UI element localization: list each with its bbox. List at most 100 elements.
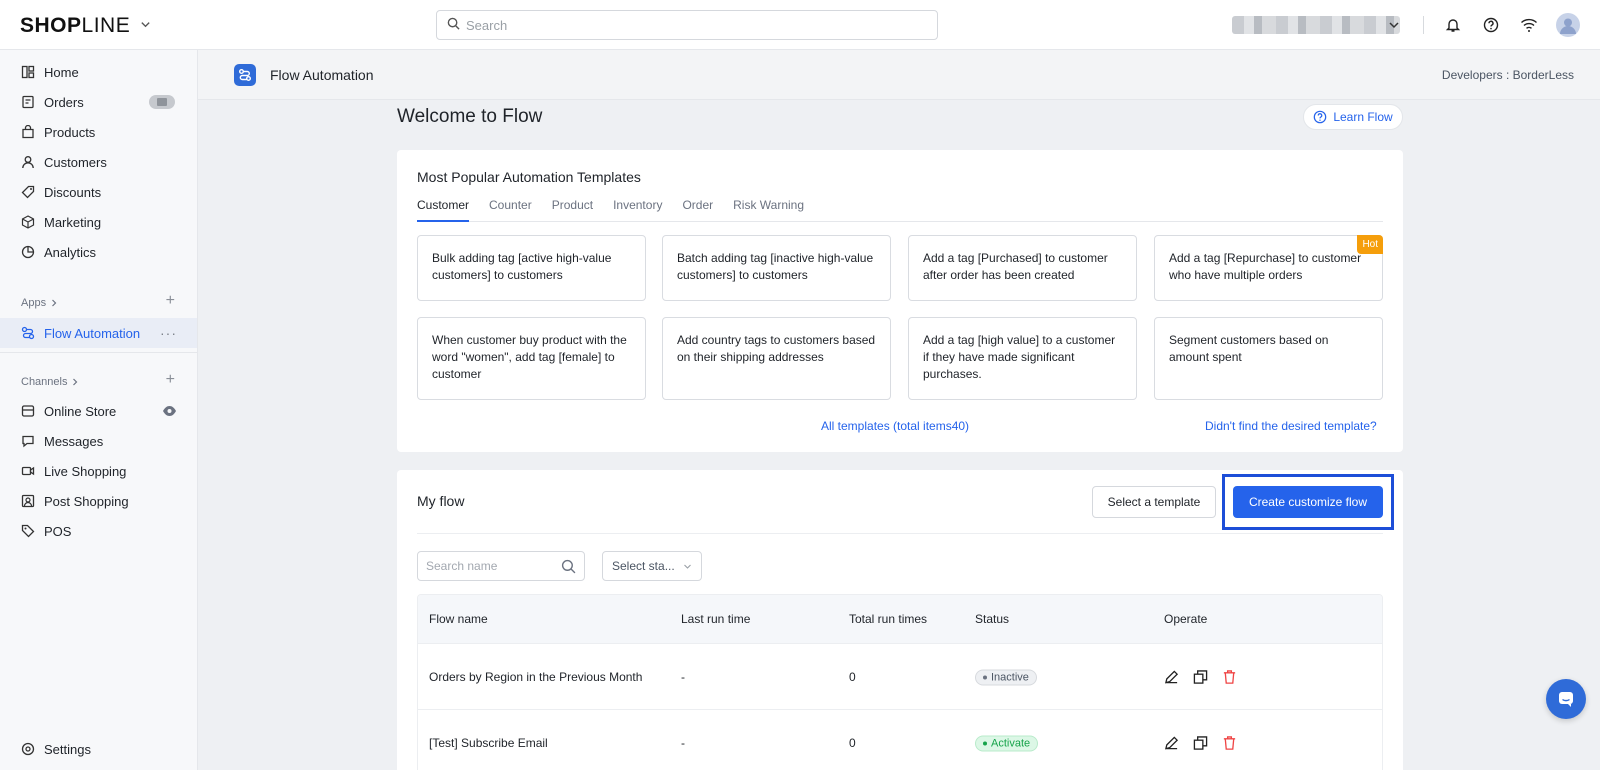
sidebar-item-products[interactable]: Products — [0, 117, 197, 147]
copy-icon[interactable] — [1193, 735, 1208, 750]
sidebar-item-customers[interactable]: Customers — [0, 147, 197, 177]
page-header: Flow Automation Developers : BorderLess — [198, 50, 1600, 100]
search-input[interactable] — [466, 17, 906, 33]
sidebar-item-live-shopping[interactable]: Live Shopping — [0, 456, 197, 486]
chevron-right-icon — [52, 299, 57, 307]
sidebar-item-analytics[interactable]: Analytics — [0, 237, 197, 267]
template-card[interactable]: Add country tags to customers based on t… — [662, 317, 891, 400]
status-badge: Activate — [975, 734, 1039, 751]
sidebar-item-label: Discounts — [44, 184, 102, 200]
status-select[interactable]: Select sta... — [602, 551, 702, 581]
status-select-value: Select sta... — [612, 559, 675, 573]
tag-icon — [21, 185, 35, 199]
developer-info: Developers : BorderLess — [1441, 68, 1574, 82]
learn-flow-button[interactable]: Learn Flow — [1303, 104, 1403, 130]
template-card[interactable]: Add a tag [high value] to a customer if … — [908, 317, 1137, 400]
tab-counter[interactable]: Counter — [489, 196, 532, 222]
cube-icon — [21, 215, 35, 229]
bell-icon[interactable] — [1442, 14, 1464, 36]
sidebar-item-discounts[interactable]: Discounts — [0, 177, 197, 207]
template-card[interactable]: Batch adding tag [inactive high-value cu… — [662, 235, 891, 301]
total-run-times: 0 — [849, 735, 856, 750]
template-card[interactable]: Segment customers based on amount spent — [1154, 317, 1383, 400]
search-icon[interactable] — [561, 559, 576, 574]
flow-table: Flow name Last run time Total run times … — [417, 594, 1383, 770]
flow-search-box[interactable] — [417, 551, 585, 581]
tab-product[interactable]: Product — [552, 196, 593, 222]
flow-icon — [21, 326, 35, 340]
tab-risk-warning[interactable]: Risk Warning — [733, 196, 804, 222]
orders-count-badge-redacted — [149, 95, 175, 109]
select-template-button[interactable]: Select a template — [1092, 486, 1216, 518]
copy-icon[interactable] — [1193, 669, 1208, 684]
sidebar-item-online-store[interactable]: Online Store — [0, 396, 197, 426]
delete-icon[interactable] — [1222, 735, 1237, 750]
avatar[interactable] — [1556, 13, 1580, 37]
support-chat-button[interactable] — [1546, 679, 1586, 719]
template-card[interactable]: When customer buy product with the word … — [417, 317, 646, 400]
store-name-redacted[interactable] — [1232, 16, 1400, 34]
chevron-down-icon — [684, 564, 691, 569]
eye-icon[interactable] — [162, 405, 177, 417]
sidebar-item-pos[interactable]: POS — [0, 516, 197, 546]
wifi-icon[interactable] — [1518, 14, 1540, 36]
global-search[interactable] — [436, 10, 938, 40]
template-card[interactable]: Add a tag [Repurchase] to customer who h… — [1154, 235, 1383, 301]
chat-icon — [22, 435, 34, 448]
help-icon[interactable] — [1480, 14, 1502, 36]
channels-section-label[interactable]: Channels — [21, 376, 79, 388]
my-flow-title: My flow — [417, 493, 465, 509]
column-header: Operate — [1164, 612, 1208, 626]
sidebar-item-messages[interactable]: Messages — [0, 426, 197, 456]
add-app-plus-icon[interactable]: + — [166, 292, 175, 310]
flow-search-input[interactable] — [426, 559, 546, 573]
status-badge: Inactive — [975, 668, 1037, 685]
home-icon — [21, 65, 35, 79]
more-options-icon[interactable]: ··· — [160, 325, 177, 341]
template-not-found-link[interactable]: Didn't find the desired template? — [1205, 419, 1377, 433]
add-channel-plus-icon[interactable]: + — [166, 371, 175, 389]
template-card[interactable]: Add a tag [Purchased] to customer after … — [908, 235, 1137, 301]
edit-icon[interactable] — [1164, 735, 1179, 750]
chevron-down-icon[interactable] — [140, 19, 151, 33]
apps-section-label[interactable]: Apps — [21, 297, 58, 309]
sidebar-item-home[interactable]: Home — [0, 57, 197, 87]
delete-icon[interactable] — [1222, 669, 1237, 684]
store-chevron-icon[interactable] — [1383, 14, 1405, 36]
sidebar-item-marketing[interactable]: Marketing — [0, 207, 197, 237]
page-title: Flow Automation — [270, 67, 374, 83]
divider — [1423, 16, 1424, 34]
logo-thin: LINE — [81, 14, 131, 37]
sidebar-item-label: Orders — [44, 94, 84, 110]
sidebar-item-label: Post Shopping — [44, 493, 129, 509]
sidebar-item-settings[interactable]: Settings — [0, 734, 197, 764]
tab-order[interactable]: Order — [682, 196, 713, 222]
last-run-time: - — [681, 669, 685, 684]
column-header: Flow name — [429, 612, 488, 626]
sidebar-item-label: Live Shopping — [44, 463, 127, 479]
tab-inventory[interactable]: Inventory — [613, 196, 662, 222]
pie-chart-icon — [21, 245, 35, 259]
sidebar-item-flow-automation[interactable]: Flow Automation ··· — [0, 318, 197, 348]
table-row[interactable]: [Test] Subscribe Email - 0 Activate — [418, 709, 1382, 770]
store-icon — [21, 405, 35, 417]
flow-name[interactable]: Orders by Region in the Previous Month — [429, 670, 642, 684]
welcome-heading: Welcome to Flow — [397, 106, 543, 127]
template-card[interactable]: Bulk adding tag [active high-value custo… — [417, 235, 646, 301]
flow-name[interactable]: [Test] Subscribe Email — [429, 736, 548, 750]
column-header: Status — [975, 612, 1010, 626]
bag-icon — [22, 125, 34, 139]
edit-icon[interactable] — [1164, 669, 1179, 684]
sidebar-item-post-shopping[interactable]: Post Shopping — [0, 486, 197, 516]
sidebar-item-orders[interactable]: Orders — [0, 87, 197, 117]
chevron-right-icon — [73, 378, 78, 386]
table-row[interactable]: Orders by Region in the Previous Month -… — [418, 643, 1382, 709]
templates-card: Most Popular Automation Templates Custom… — [397, 150, 1403, 452]
shopline-logo[interactable]: SHOPLINE — [20, 14, 151, 38]
sidebar-item-label: Marketing — [44, 214, 102, 230]
all-templates-link[interactable]: All templates (total items40) — [821, 419, 969, 433]
create-customize-flow-button[interactable]: Create customize flow — [1233, 486, 1383, 518]
last-run-time: - — [681, 735, 685, 750]
sidebar-item-label: Home — [44, 64, 79, 80]
tab-customer[interactable]: Customer — [417, 196, 470, 222]
